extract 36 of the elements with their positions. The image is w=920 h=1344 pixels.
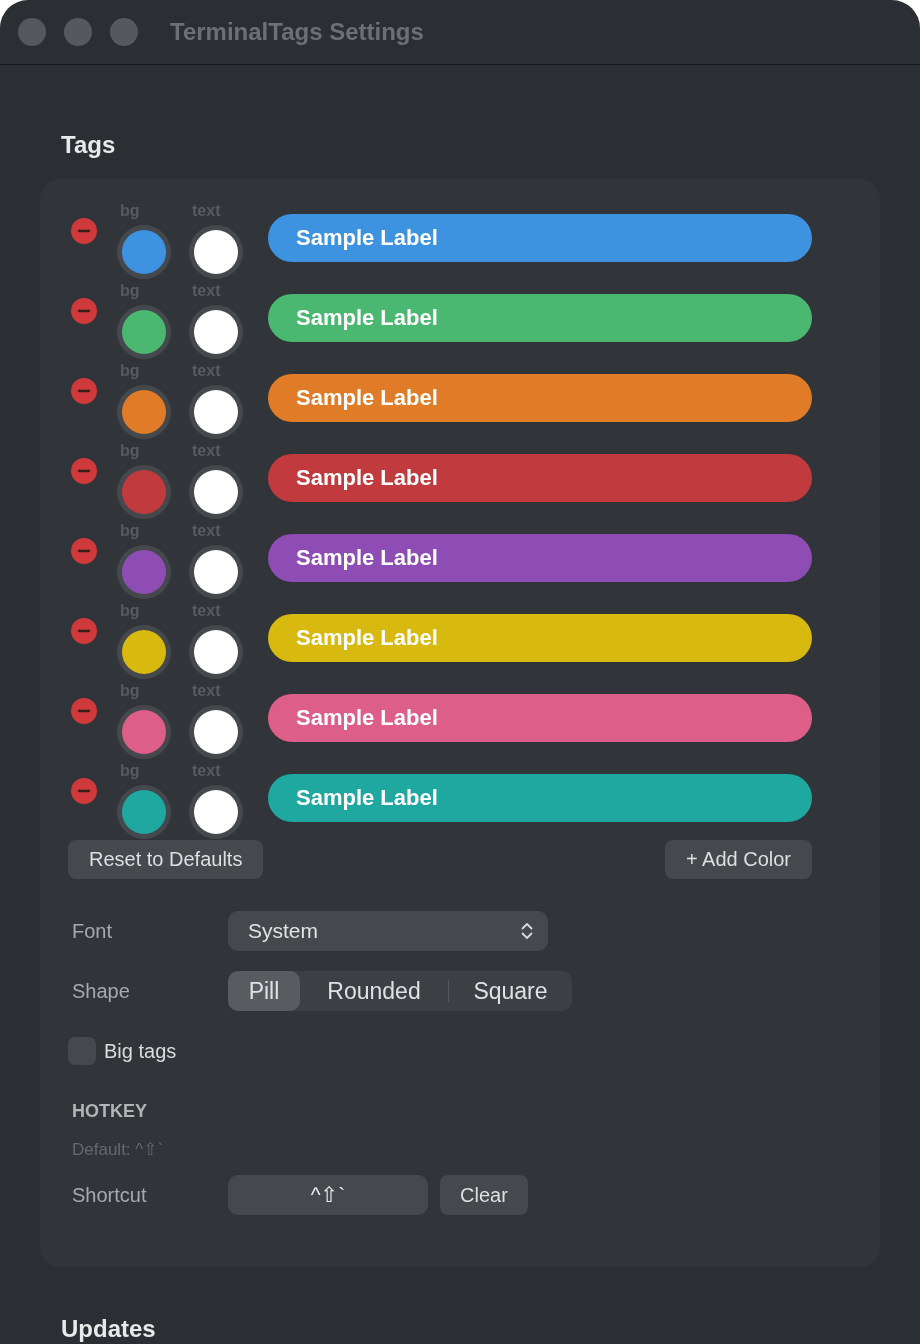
- segment-button[interactable]: Pill: [228, 971, 300, 1011]
- field-label: Shape: [72, 979, 130, 1003]
- checkbox-label: Big tags: [104, 1039, 177, 1063]
- tag-preview: Sample Label: [268, 294, 812, 342]
- section-heading: Updates: [61, 1315, 156, 1343]
- shortcut-field[interactable]: ^⇧`: [228, 1175, 428, 1215]
- remove-icon[interactable]: [71, 458, 97, 484]
- tag-preview: Sample Label: [268, 214, 812, 262]
- field-label: Shortcut: [72, 1183, 147, 1207]
- group-heading: HOTKEY: [72, 1100, 147, 1122]
- remove-icon[interactable]: [71, 298, 97, 324]
- tag-preview: Sample Label: [268, 534, 812, 582]
- remove-icon[interactable]: [71, 218, 97, 244]
- close-button[interactable]: [18, 18, 46, 46]
- add-color-button[interactable]: + Add Color: [664, 840, 812, 879]
- font-dropdown[interactable]: System: [228, 911, 548, 951]
- segment-button[interactable]: Rounded: [300, 971, 448, 1011]
- tag-preview: Sample Label: [268, 454, 812, 502]
- tag-preview: Sample Label: [268, 694, 812, 742]
- segment-button[interactable]: Square: [449, 971, 572, 1011]
- remove-icon[interactable]: [71, 618, 97, 644]
- remove-icon[interactable]: [71, 538, 97, 564]
- zoom-button[interactable]: [110, 18, 138, 46]
- tag-preview: Sample Label: [268, 614, 812, 662]
- reset-button[interactable]: Reset to Defaults: [68, 840, 264, 879]
- section-heading: Tags: [61, 131, 116, 159]
- chevron-up-down-icon: [521, 922, 533, 940]
- tag-preview: Sample Label: [268, 374, 812, 422]
- clear-button[interactable]: Clear: [440, 1175, 528, 1215]
- remove-icon[interactable]: [71, 778, 97, 804]
- window-title: TerminalTags Settings: [170, 18, 424, 46]
- minimize-button[interactable]: [64, 18, 92, 46]
- field-label: Font: [72, 919, 113, 943]
- remove-icon[interactable]: [71, 698, 97, 724]
- remove-icon[interactable]: [71, 378, 97, 404]
- tag-preview: Sample Label: [268, 774, 812, 822]
